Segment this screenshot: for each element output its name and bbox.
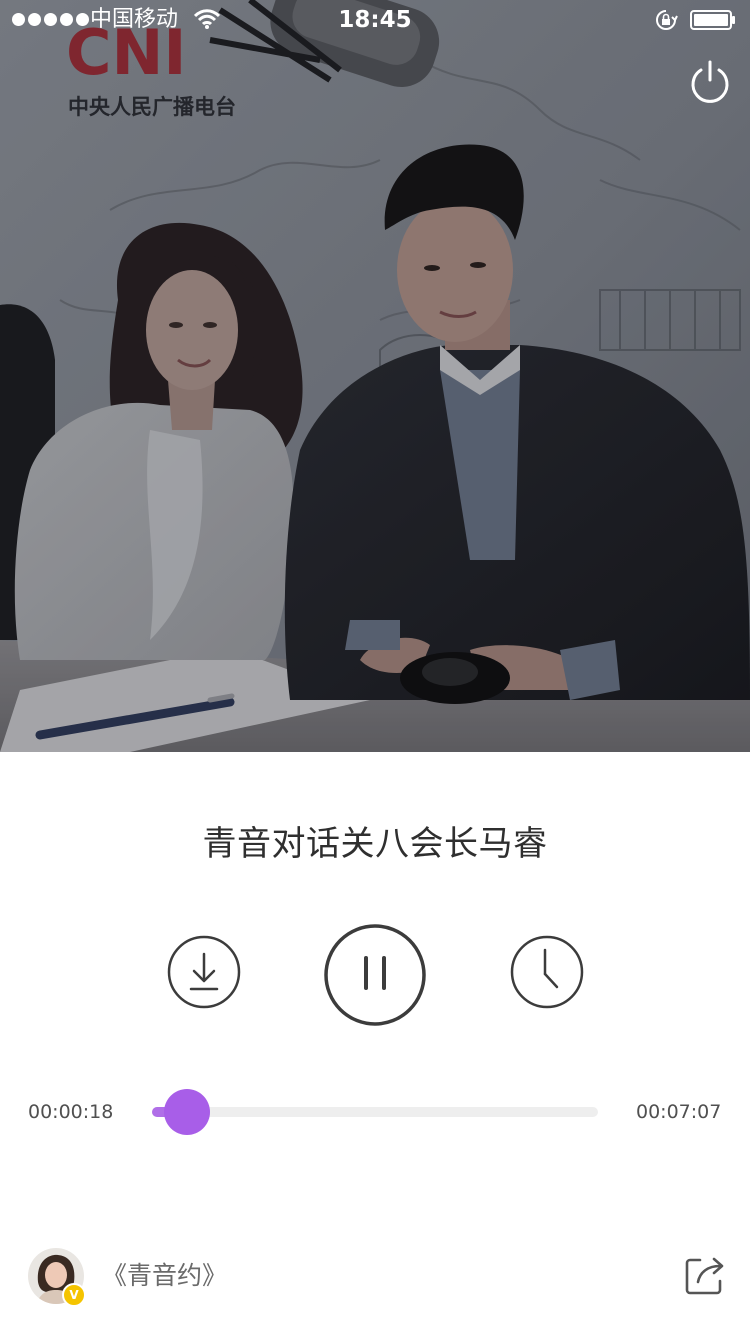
rotation-lock-icon <box>656 10 678 30</box>
current-time: 00:00:18 <box>28 1101 114 1123</box>
timer-button[interactable] <box>509 934 585 1010</box>
share-button[interactable] <box>684 1254 726 1296</box>
download-button[interactable] <box>166 934 242 1010</box>
studio-photo: CNI 中央人民广播电台 <box>0 0 750 752</box>
clock-icon <box>510 935 584 1009</box>
program-name[interactable]: 《青音约》 <box>102 1259 227 1293</box>
total-time: 00:07:07 <box>636 1101 722 1123</box>
hero-photo: CNI 中央人民广播电台 <box>0 0 750 752</box>
progress-slider[interactable] <box>152 1089 598 1135</box>
pause-icon <box>324 924 426 1026</box>
share-icon <box>685 1257 724 1295</box>
battery-icon <box>690 10 735 30</box>
download-icon <box>167 935 241 1009</box>
status-bar: 中国移动 18:45 <box>0 0 750 40</box>
power-icon[interactable] <box>686 58 734 106</box>
track-title: 青音对话关八会长马睿 <box>202 824 548 864</box>
verified-badge: V <box>62 1283 86 1307</box>
status-time: 18:45 <box>338 7 412 33</box>
progress-thumb[interactable] <box>164 1089 210 1135</box>
pause-button[interactable] <box>322 922 428 1028</box>
